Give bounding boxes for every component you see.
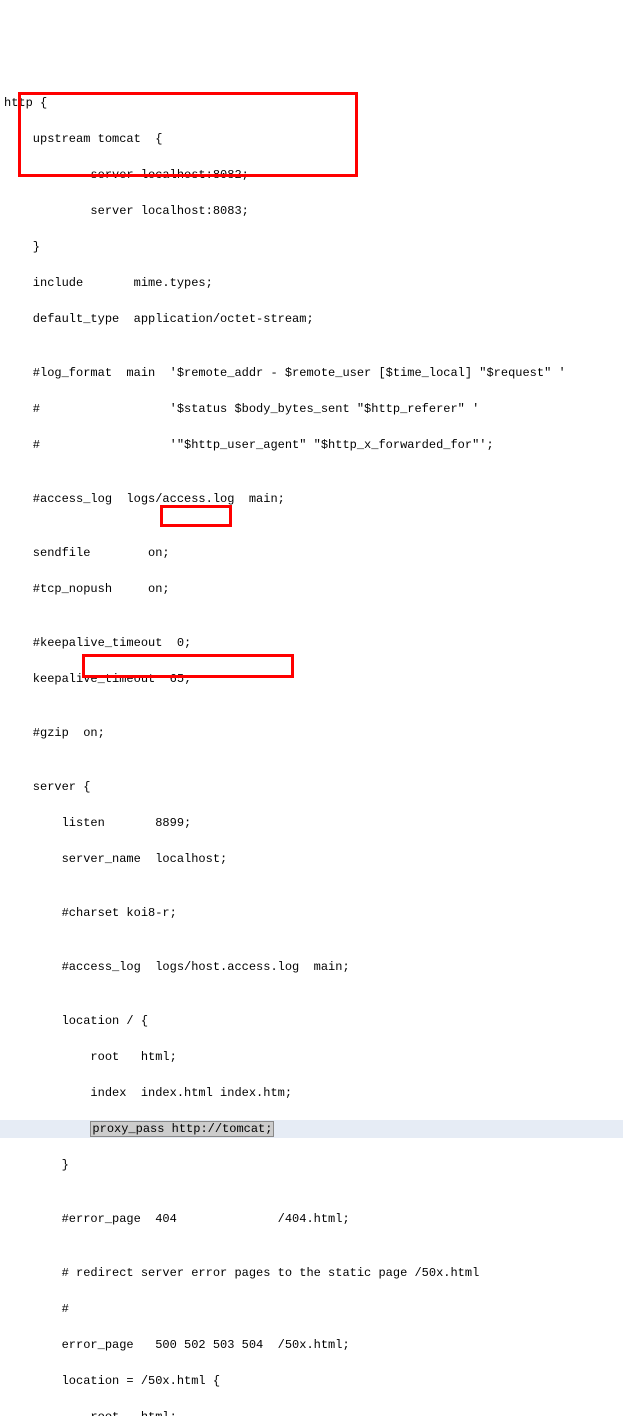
annotation-box-listen-port bbox=[160, 505, 232, 527]
code-line: http { bbox=[0, 94, 623, 112]
code-line: server localhost:8083; bbox=[0, 202, 623, 220]
code-line: server_name localhost; bbox=[0, 850, 623, 868]
code-line: server { bbox=[0, 778, 623, 796]
code-line: #charset koi8-r; bbox=[0, 904, 623, 922]
code-line: upstream tomcat { bbox=[0, 130, 623, 148]
code-line: error_page 500 502 503 504 /50x.html; bbox=[0, 1336, 623, 1354]
code-line: keepalive_timeout 65; bbox=[0, 670, 623, 688]
code-line: # bbox=[0, 1300, 623, 1318]
code-line: root html; bbox=[0, 1048, 623, 1066]
code-line: location = /50x.html { bbox=[0, 1372, 623, 1390]
code-line: root html; bbox=[0, 1408, 623, 1416]
code-line: index index.html index.htm; bbox=[0, 1084, 623, 1102]
code-line: #tcp_nopush on; bbox=[0, 580, 623, 598]
code-line: default_type application/octet-stream; bbox=[0, 310, 623, 328]
code-line: } bbox=[0, 238, 623, 256]
code-line: #log_format main '$remote_addr - $remote… bbox=[0, 364, 623, 382]
code-line-highlighted: proxy_pass http://tomcat; bbox=[0, 1120, 623, 1138]
code-line: #access_log logs/host.access.log main; bbox=[0, 958, 623, 976]
code-line: #keepalive_timeout 0; bbox=[0, 634, 623, 652]
code-line: sendfile on; bbox=[0, 544, 623, 562]
code-line: server localhost:8082; bbox=[0, 166, 623, 184]
code-line: # redirect server error pages to the sta… bbox=[0, 1264, 623, 1282]
code-line: #error_page 404 /404.html; bbox=[0, 1210, 623, 1228]
code-line: } bbox=[0, 1156, 623, 1174]
code-line: # '"$http_user_agent" "$http_x_forwarded… bbox=[0, 436, 623, 454]
code-line: listen 8899; bbox=[0, 814, 623, 832]
nginx-config-code: http { upstream tomcat { server localhos… bbox=[0, 72, 623, 1416]
code-line: #access_log logs/access.log main; bbox=[0, 490, 623, 508]
line-indent bbox=[4, 1122, 90, 1136]
selected-text: proxy_pass http://tomcat; bbox=[90, 1121, 274, 1137]
code-line: # '$status $body_bytes_sent "$http_refer… bbox=[0, 400, 623, 418]
code-line: location / { bbox=[0, 1012, 623, 1030]
code-line: #gzip on; bbox=[0, 724, 623, 742]
code-line: include mime.types; bbox=[0, 274, 623, 292]
